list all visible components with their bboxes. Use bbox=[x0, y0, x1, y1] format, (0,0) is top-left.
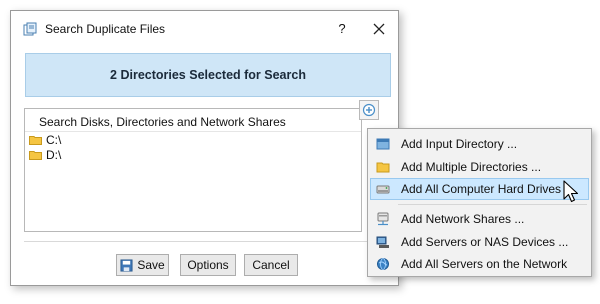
list-header: Search Disks, Directories and Network Sh… bbox=[39, 115, 286, 129]
hard-drive-icon bbox=[376, 185, 390, 194]
folder-icon bbox=[29, 151, 42, 160]
save-button[interactable]: Save bbox=[116, 254, 169, 276]
app-icon bbox=[23, 22, 37, 36]
cancel-label: Cancel bbox=[252, 258, 290, 272]
cancel-button[interactable]: Cancel bbox=[244, 254, 298, 276]
network-share-icon bbox=[377, 212, 389, 226]
button-separator bbox=[24, 241, 390, 242]
help-button[interactable]: ? bbox=[331, 19, 353, 39]
save-icon bbox=[120, 258, 133, 272]
menu-item-add-all-servers[interactable]: Add All Servers on the Network bbox=[370, 253, 589, 275]
options-button[interactable]: Options bbox=[180, 254, 236, 276]
mouse-cursor-icon bbox=[563, 180, 579, 203]
menu-item-add-multiple-directories[interactable]: Add Multiple Directories ... bbox=[370, 156, 589, 178]
save-label: Save bbox=[137, 258, 165, 272]
close-icon[interactable] bbox=[367, 17, 391, 41]
menu-item-label: Add Input Directory ... bbox=[401, 137, 518, 151]
add-directory-button[interactable] bbox=[359, 100, 379, 120]
folder-icon bbox=[376, 162, 390, 173]
server-icon bbox=[376, 236, 389, 248]
menu-item-label: Add All Servers on the Network bbox=[401, 257, 568, 271]
dialog-title: Search Duplicate Files bbox=[45, 22, 166, 36]
title-bar: Search Duplicate Files ? bbox=[11, 11, 398, 47]
menu-item-add-servers-nas[interactable]: Add Servers or NAS Devices ... bbox=[370, 231, 589, 253]
directory-list[interactable]: Search Disks, Directories and Network Sh… bbox=[24, 108, 362, 232]
directory-icon bbox=[376, 138, 390, 150]
folder-icon bbox=[29, 136, 42, 145]
selection-banner: 2 Directories Selected for Search bbox=[25, 53, 391, 97]
options-label: Options bbox=[187, 258, 229, 272]
plus-icon bbox=[362, 103, 376, 117]
menu-item-add-input-directory[interactable]: Add Input Directory ... bbox=[370, 133, 589, 155]
menu-item-label: Add Servers or NAS Devices ... bbox=[401, 235, 569, 249]
menu-item-add-network-shares[interactable]: Add Network Shares ... bbox=[370, 208, 589, 230]
menu-item-label: Add All Computer Hard Drives bbox=[401, 182, 562, 196]
directory-path: D:\ bbox=[46, 148, 62, 162]
directory-path: C:\ bbox=[46, 133, 62, 147]
list-header-divider bbox=[25, 131, 361, 132]
list-item[interactable]: C:\ bbox=[29, 132, 61, 148]
menu-item-label: Add Multiple Directories ... bbox=[401, 160, 542, 174]
list-item[interactable]: D:\ bbox=[29, 147, 61, 163]
globe-icon bbox=[377, 258, 389, 270]
menu-item-label: Add Network Shares ... bbox=[401, 212, 525, 226]
add-directory-menu: Add Input Directory ... Add Multiple Dir… bbox=[367, 128, 592, 277]
menu-item-add-all-hard-drives[interactable]: Add All Computer Hard Drives bbox=[370, 178, 589, 200]
menu-separator bbox=[398, 204, 587, 205]
